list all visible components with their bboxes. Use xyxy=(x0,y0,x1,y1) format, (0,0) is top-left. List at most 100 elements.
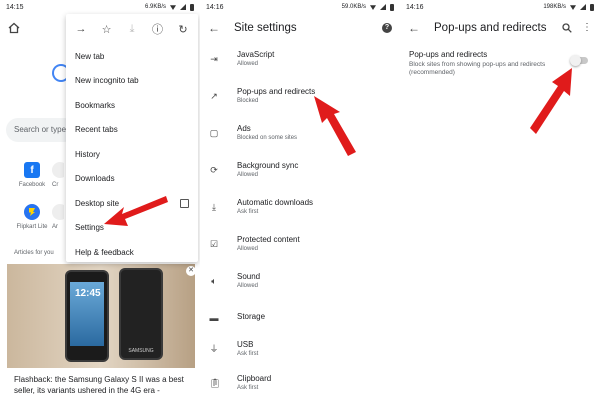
setting-protected-content[interactable]: ☑ Protected content Allowed xyxy=(200,229,400,266)
setting-clipboard[interactable]: 📋︎ Clipboard Ask first xyxy=(200,368,400,400)
setting-subtitle: Blocked on some sites xyxy=(237,135,298,141)
tile-partial[interactable]: Cr xyxy=(52,162,64,188)
status-bar: 14:15 6.9KB/s xyxy=(0,0,200,14)
tile-flipkart[interactable]: Flipkart Lite xyxy=(12,204,52,230)
info-icon[interactable]: ⓘ xyxy=(151,22,165,36)
menu-item-desktop-site[interactable]: Desktop site xyxy=(66,191,198,216)
menu-item-bookmarks[interactable]: Bookmarks xyxy=(66,93,198,118)
help-icon[interactable]: ? xyxy=(382,23,392,33)
tile-label: Ar xyxy=(52,224,58,230)
setting-sound[interactable]: 🔈︎ Sound Allowed xyxy=(200,266,400,303)
setting-title: USB xyxy=(237,340,254,349)
menu-item-label: Desktop site xyxy=(75,198,120,208)
home-icon[interactable] xyxy=(8,22,20,34)
status-network-speed: 59.0KB/s xyxy=(341,4,366,10)
signal-icon xyxy=(380,4,386,10)
phone-brand: SAMSUNG xyxy=(128,348,154,354)
setting-javascript[interactable]: ⇥ JavaScript Allowed xyxy=(200,44,400,81)
site-icon xyxy=(52,162,64,178)
popups-redirects-panel: 14:16 198KB/s ← Pop-ups and redirects ⋮ … xyxy=(400,0,600,400)
signal-icon xyxy=(580,4,586,10)
wifi-icon xyxy=(370,5,376,10)
protected-content-icon: ☑ xyxy=(209,239,219,249)
back-arrow-icon[interactable]: ← xyxy=(408,21,426,35)
toolbar: ← Site settings ? xyxy=(200,14,400,42)
status-bar: 14:16 59.0KB/s xyxy=(200,0,400,14)
popups-setting-row[interactable]: Pop-ups and redirects Block sites from s… xyxy=(409,50,569,77)
clipboard-icon: 📋︎ xyxy=(209,378,221,388)
status-time: 14:15 xyxy=(6,3,24,11)
tile-partial[interactable]: Ar xyxy=(52,204,64,230)
battery-icon xyxy=(190,3,194,11)
phone-front-image: 12:45 xyxy=(65,270,109,362)
menu-item-history[interactable]: History xyxy=(66,142,198,167)
page-title: Pop-ups and redirects xyxy=(434,22,547,34)
phone-back-image: SAMSUNG xyxy=(119,268,163,360)
menu-item-downloads[interactable]: Downloads xyxy=(66,167,198,192)
menu-item-new-incognito-tab[interactable]: New incognito tab xyxy=(66,69,198,94)
javascript-icon: ⇥ xyxy=(210,54,218,64)
status-bar: 14:16 198KB/s xyxy=(400,0,600,14)
ads-icon: ▢ xyxy=(209,128,219,138)
download-icon[interactable]: ⤓ xyxy=(125,22,139,36)
more-vert-icon[interactable]: ⋮ xyxy=(582,23,592,33)
battery-icon xyxy=(590,3,594,11)
setting-description: Block sites from showing pop-ups and red… xyxy=(409,61,546,76)
download-icon: ⤓ xyxy=(212,202,216,212)
status-network-speed: 198KB/s xyxy=(543,4,566,10)
chrome-menu-panel: 14:15 6.9KB/s Search or type f Facebook … xyxy=(0,0,200,400)
storage-icon: ▬ xyxy=(209,313,219,323)
battery-icon xyxy=(390,3,394,11)
signal-icon xyxy=(180,4,186,10)
menu-item-new-tab[interactable]: New tab xyxy=(66,44,198,69)
setting-title: Storage xyxy=(237,312,266,321)
setting-subtitle: Ask first xyxy=(237,351,259,357)
back-arrow-icon[interactable]: ← xyxy=(208,21,226,35)
wifi-icon xyxy=(570,5,576,10)
setting-background-sync[interactable]: ⟳ Background sync Allowed xyxy=(200,155,400,192)
setting-title: Pop-ups and redirects xyxy=(409,50,488,59)
menu-item-settings[interactable]: Settings xyxy=(66,216,198,241)
menu-item-help-feedback[interactable]: Help & feedback xyxy=(66,240,198,265)
star-icon[interactable]: ☆ xyxy=(100,22,114,36)
refresh-icon[interactable]: ↻ xyxy=(176,22,190,36)
setting-title: JavaScript xyxy=(237,50,275,59)
wifi-icon xyxy=(170,5,176,10)
close-icon[interactable]: ✕ xyxy=(186,266,196,276)
site-icon xyxy=(52,204,64,220)
sync-icon: ⟳ xyxy=(210,165,218,175)
setting-automatic-downloads[interactable]: ⤓ Automatic downloads Ask first xyxy=(200,192,400,229)
setting-ads[interactable]: ▢ Ads Blocked on some sites xyxy=(200,118,400,155)
setting-usb[interactable]: ⏚ USB Ask first xyxy=(200,334,400,371)
forward-icon[interactable]: → xyxy=(74,22,88,36)
toolbar: ← Pop-ups and redirects ⋮ xyxy=(400,14,600,42)
article-headline[interactable]: Flashback: the Samsung Galaxy S II was a… xyxy=(14,374,196,396)
setting-title: Pop-ups and redirects xyxy=(237,87,316,96)
toggle-knob xyxy=(570,55,581,66)
status-time: 14:16 xyxy=(406,3,424,11)
article-image[interactable]: 12:45 SAMSUNG xyxy=(7,264,195,368)
site-settings-panel: 14:16 59.0KB/s ← Site settings ? ⇥ JavaS… xyxy=(200,0,400,400)
tile-label: Cr xyxy=(52,182,59,188)
setting-title: Protected content xyxy=(237,235,300,244)
status-time: 14:16 xyxy=(206,3,224,11)
setting-title: Background sync xyxy=(237,161,299,170)
setting-popups-redirects[interactable]: ↗ Pop-ups and redirects Blocked xyxy=(200,81,400,118)
tile-label: Facebook xyxy=(18,182,46,188)
tile-label: Flipkart Lite xyxy=(16,224,48,230)
external-link-icon: ↗ xyxy=(210,91,218,101)
setting-subtitle: Allowed xyxy=(237,246,259,252)
search-icon[interactable] xyxy=(562,23,572,33)
overflow-menu: → ☆ ⤓ ⓘ ↻ New tab New incognito tab Book… xyxy=(66,14,198,262)
status-network-speed: 6.9KB/s xyxy=(144,4,166,10)
setting-title: Automatic downloads xyxy=(237,198,314,207)
desktop-site-checkbox[interactable] xyxy=(180,198,189,208)
tile-facebook[interactable]: f Facebook xyxy=(12,162,52,188)
facebook-icon: f xyxy=(24,162,40,178)
menu-item-recent-tabs[interactable]: Recent tabs xyxy=(66,118,198,143)
popups-toggle[interactable] xyxy=(570,55,588,66)
setting-title: Ads xyxy=(237,124,251,133)
setting-subtitle: Allowed xyxy=(237,172,259,178)
usb-icon: ⏚ xyxy=(209,344,219,354)
setting-subtitle: Ask first xyxy=(237,209,259,215)
